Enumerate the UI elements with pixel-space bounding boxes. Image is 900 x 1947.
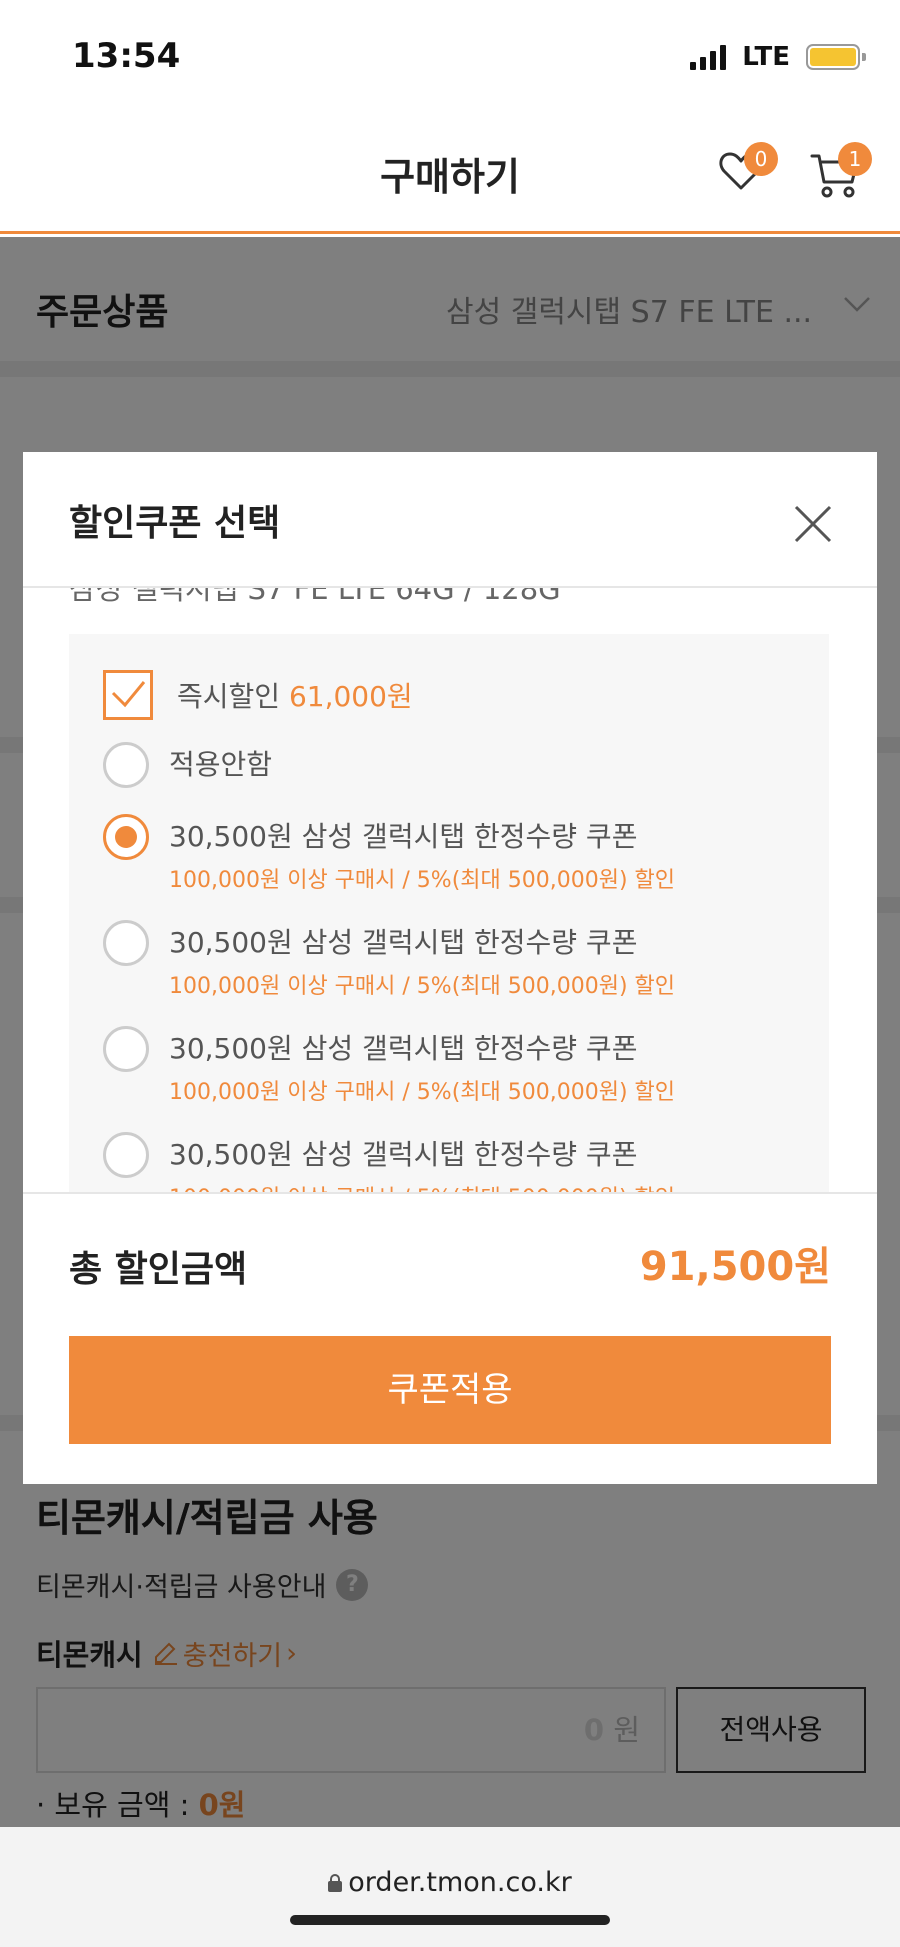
coupon-option-title: 30,500원 삼성 갤럭시탭 한정수량 쿠폰 bbox=[169, 1138, 638, 1171]
instant-discount-amount: 61,000원 bbox=[288, 680, 413, 713]
instant-discount-checkbox[interactable] bbox=[103, 670, 153, 720]
coupon-select-modal: 할인쿠폰 선택 삼성 갤럭시탭 S7 FE LTE 64G / 128G 즉시할… bbox=[23, 452, 877, 1484]
coupon-option-condition: 100,000원 이상 구매시 / 5%(최대 500,000원) 할인 bbox=[169, 1180, 675, 1192]
coupon-option-title: 30,500원 삼성 갤럭시탭 한정수량 쿠폰 bbox=[169, 820, 638, 853]
checkmark-icon bbox=[111, 681, 146, 708]
instant-discount-label: 즉시할인 bbox=[177, 680, 281, 713]
coupon-option[interactable]: 30,500원 삼성 갤럭시탭 한정수량 쿠폰 100,000원 이상 구매시 … bbox=[103, 1132, 675, 1192]
coupon-option-text: 30,500원 삼성 갤럭시탭 한정수량 쿠폰 100,000원 이상 구매시 … bbox=[169, 1132, 675, 1192]
coupon-radio[interactable] bbox=[103, 1132, 149, 1178]
coupon-option-text: 30,500원 삼성 갤럭시탭 한정수량 쿠폰 100,000원 이상 구매시 … bbox=[169, 814, 675, 894]
coupon-option-text: 30,500원 삼성 갤럭시탭 한정수량 쿠폰 100,000원 이상 구매시 … bbox=[169, 1026, 675, 1106]
coupon-option-text: 적용안함 bbox=[169, 742, 272, 788]
wishlist-count-badge: 0 bbox=[744, 142, 778, 176]
signal-icon bbox=[690, 44, 727, 70]
coupon-option-condition: 100,000원 이상 구매시 / 5%(최대 500,000원) 할인 bbox=[169, 1080, 676, 1105]
instant-discount-option[interactable]: 즉시할인 61,000원 bbox=[103, 670, 413, 720]
browser-bar: order.tmon.co.kr bbox=[0, 1827, 900, 1947]
address-bar[interactable]: order.tmon.co.kr bbox=[0, 1867, 900, 1898]
close-icon bbox=[794, 505, 832, 543]
coupon-options-box: 즉시할인 61,000원 적용안함 30,500원 삼성 갤럭시탭 한정수량 쿠… bbox=[69, 634, 829, 1192]
status-indicators: LTE bbox=[690, 40, 866, 74]
coupon-option[interactable]: 30,500원 삼성 갤럭시탭 한정수량 쿠폰 100,000원 이상 구매시 … bbox=[103, 814, 675, 894]
total-discount-value: 91,500원 bbox=[639, 1244, 831, 1290]
cart-count-badge: 1 bbox=[838, 142, 872, 176]
modal-footer: 총 할인금액 91,500원 쿠폰적용 bbox=[23, 1192, 877, 1484]
instant-discount-text: 즉시할인 61,000원 bbox=[177, 675, 413, 715]
page-header: 구매하기 0 1 bbox=[0, 108, 900, 234]
coupon-option-title: 30,500원 삼성 갤럭시탭 한정수량 쿠폰 bbox=[169, 1032, 638, 1065]
coupon-list-scroll[interactable]: 삼성 갤럭시탭 S7 FE LTE 64G / 128G 즉시할인 61,000… bbox=[23, 588, 877, 1192]
home-indicator[interactable] bbox=[290, 1915, 610, 1925]
coupon-option-condition: 100,000원 이상 구매시 / 5%(최대 500,000원) 할인 bbox=[169, 868, 676, 893]
coupon-option-title: 적용안함 bbox=[169, 748, 273, 781]
battery-icon bbox=[806, 44, 866, 70]
coupon-radio[interactable] bbox=[103, 920, 149, 966]
coupon-option[interactable]: 30,500원 삼성 갤럭시탭 한정수량 쿠폰 100,000원 이상 구매시 … bbox=[103, 1026, 675, 1106]
modal-header: 할인쿠폰 선택 bbox=[23, 452, 877, 588]
coupon-option[interactable]: 30,500원 삼성 갤럭시탭 한정수량 쿠폰 100,000원 이상 구매시 … bbox=[103, 920, 675, 1000]
url-text: order.tmon.co.kr bbox=[348, 1867, 572, 1898]
coupon-radio-selected[interactable] bbox=[103, 814, 149, 860]
coupon-option-text: 30,500원 삼성 갤럭시탭 한정수량 쿠폰 100,000원 이상 구매시 … bbox=[169, 920, 675, 1000]
coupon-option[interactable]: 적용안함 bbox=[103, 742, 272, 788]
status-bar: 13:54 LTE bbox=[0, 0, 900, 108]
modal-title: 할인쿠폰 선택 bbox=[69, 503, 281, 544]
close-button[interactable] bbox=[793, 504, 833, 544]
coupon-option-title: 30,500원 삼성 갤럭시탭 한정수량 쿠폰 bbox=[169, 926, 638, 959]
product-name: 삼성 갤럭시탭 S7 FE LTE 64G / 128G bbox=[69, 588, 561, 606]
status-time: 13:54 bbox=[72, 36, 181, 76]
coupon-radio[interactable] bbox=[103, 1026, 149, 1072]
apply-coupon-button[interactable]: 쿠폰적용 bbox=[69, 1336, 831, 1444]
network-label: LTE bbox=[742, 42, 790, 72]
coupon-radio[interactable] bbox=[103, 742, 149, 788]
coupon-option-condition: 100,000원 이상 구매시 / 5%(최대 500,000원) 할인 bbox=[169, 974, 676, 999]
lock-icon bbox=[328, 1873, 343, 1892]
total-discount-label: 총 할인금액 bbox=[69, 1249, 248, 1290]
